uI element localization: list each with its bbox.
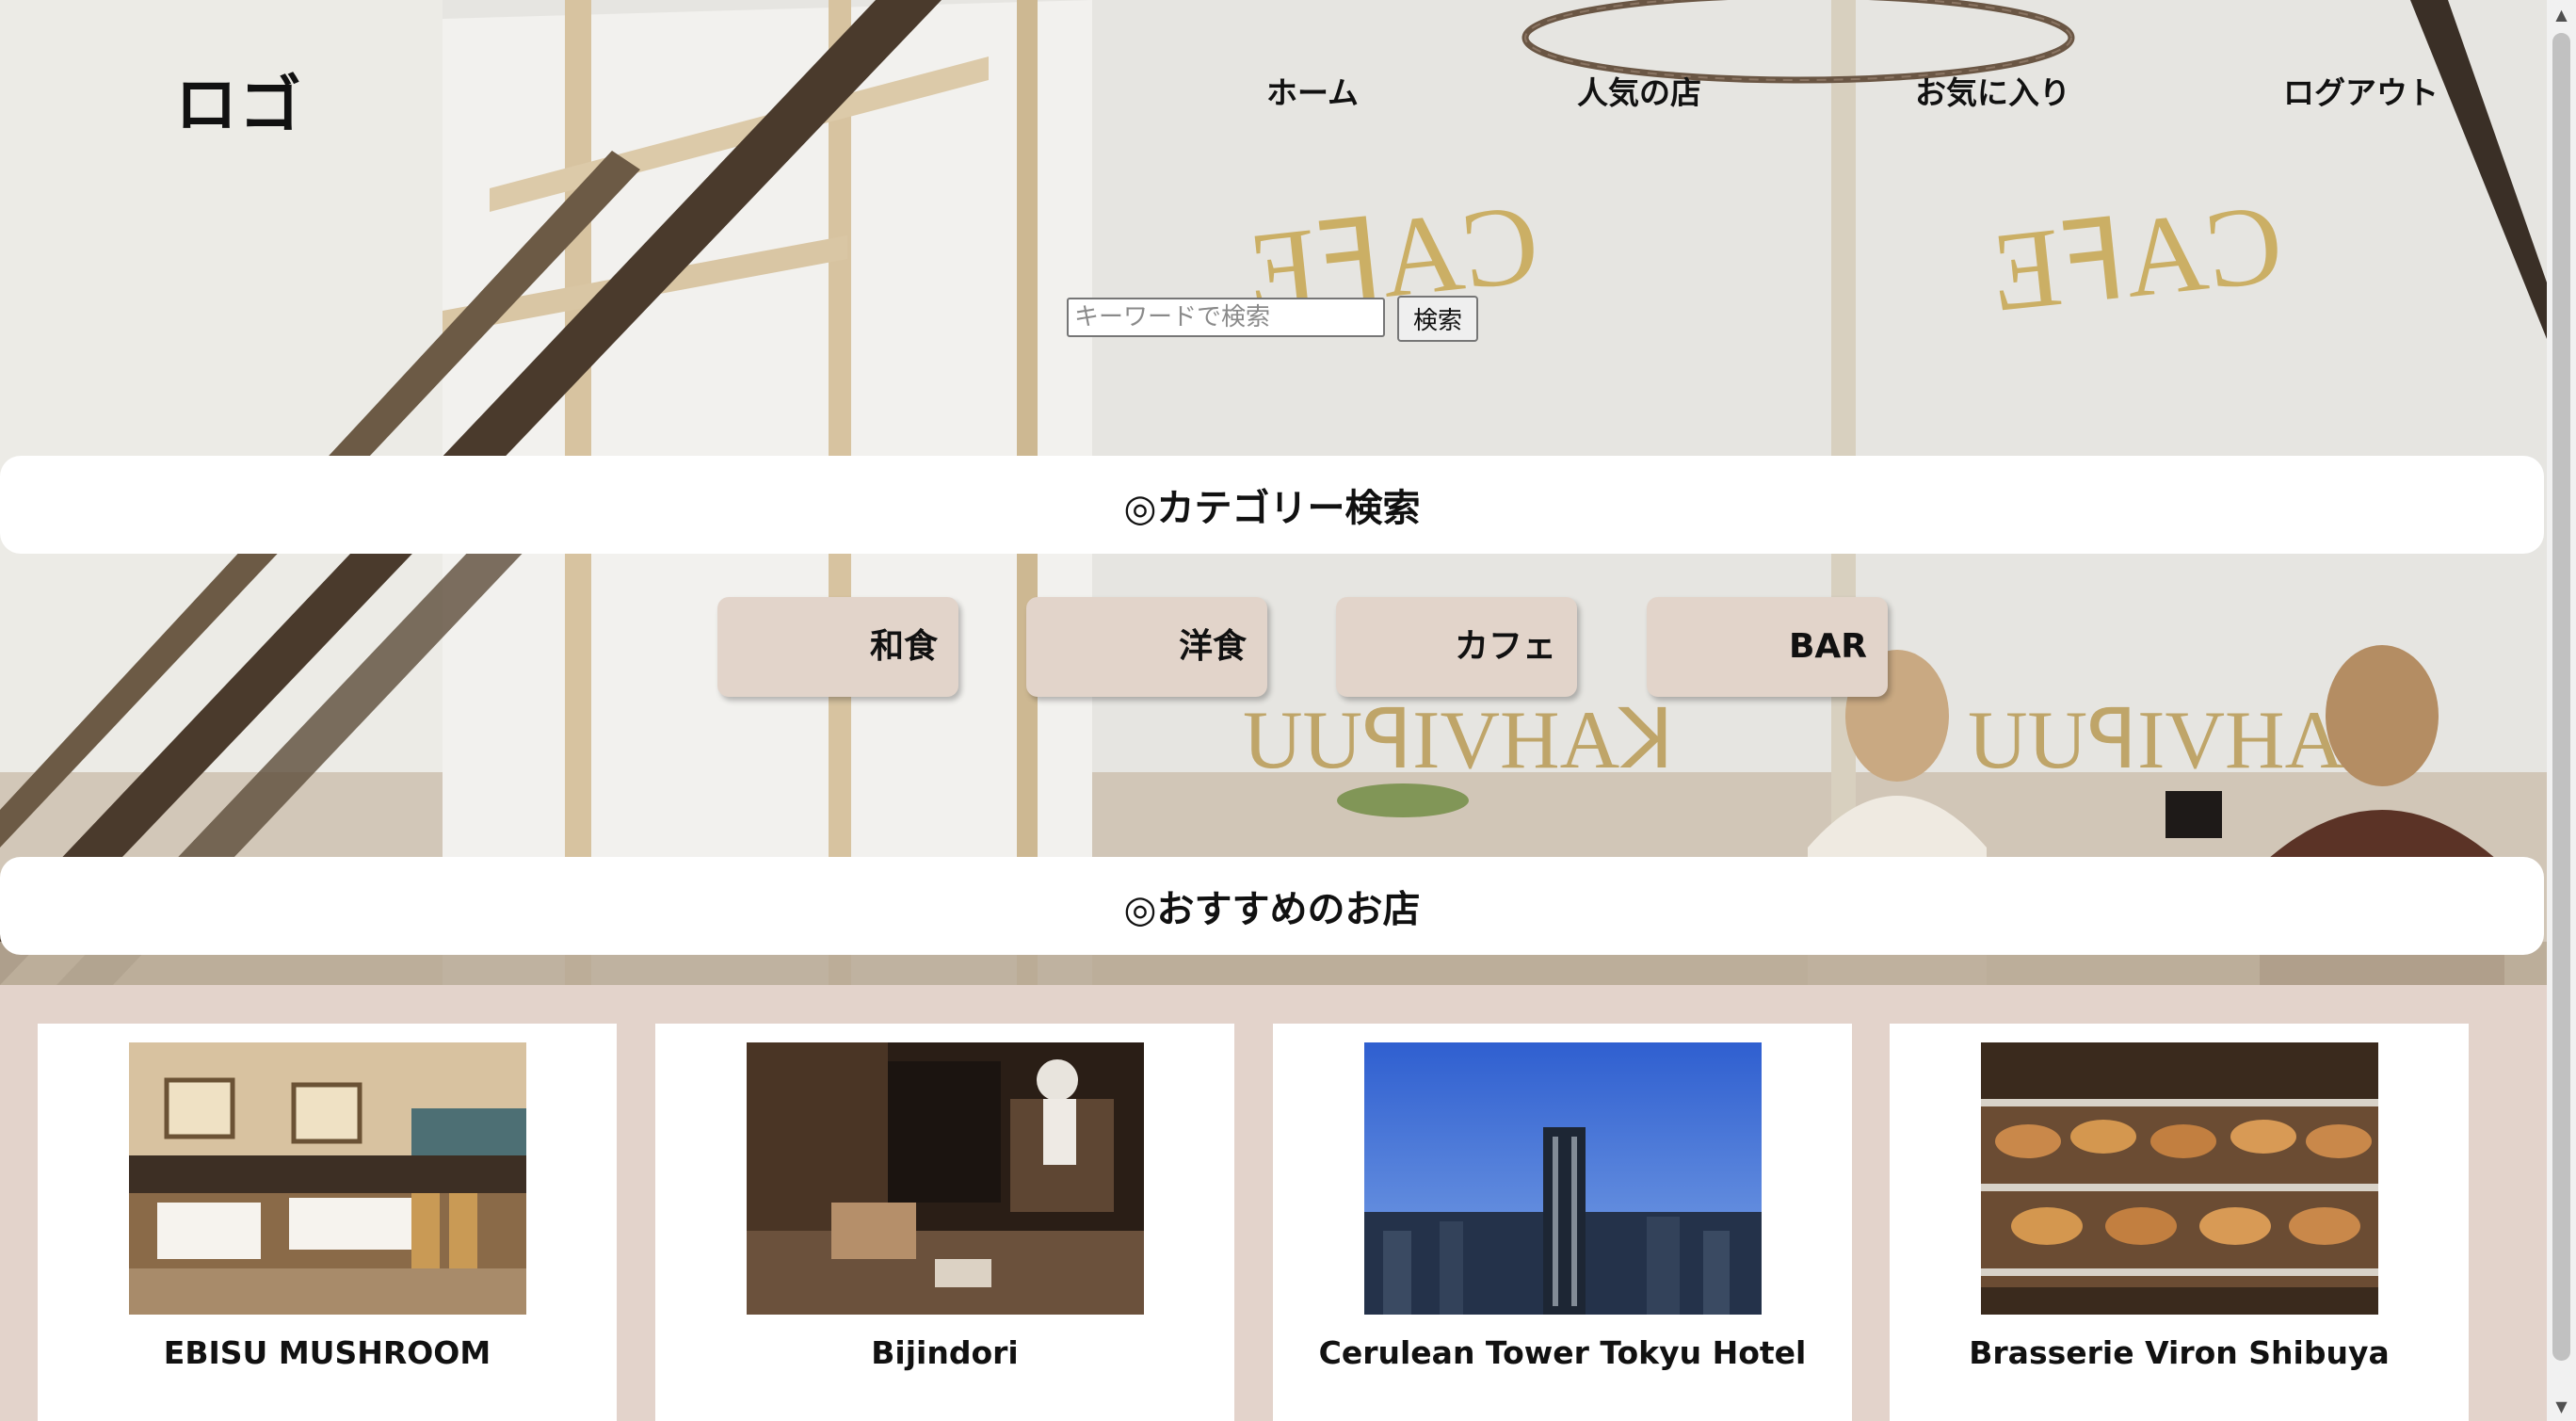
shop-name[interactable]: EBISU MUSHROOM [38, 1334, 617, 1371]
scroll-up-arrow-icon[interactable]: ▲ [2547, 0, 2576, 29]
svg-text:UUꟼIVHAꓘ: UUꟼIVHAꓘ [1243, 695, 1674, 786]
shop-name[interactable]: Cerulean Tower Tokyu Hotel [1273, 1334, 1852, 1371]
bakery-display-image [1981, 1042, 2378, 1315]
vertical-scrollbar[interactable]: ▲ ▼ [2547, 0, 2576, 1421]
shop-card[interactable]: Brasserie Viron Shibuya [1890, 1024, 2469, 1421]
scrollbar-thumb[interactable] [2552, 33, 2570, 1361]
category-button-western[interactable]: 洋食 [1026, 597, 1267, 697]
restaurant-counter-image [747, 1042, 1144, 1315]
shop-card[interactable]: Cerulean Tower Tokyu Hotel [1273, 1024, 1852, 1421]
nav-favorites[interactable]: お気に入り [1915, 68, 2070, 113]
page: ƎꟻAƆ ƎꟻAƆ UUꟼIVHAꓘ UUꟼIVHA ロゴ ホーム 人気の店 お… [0, 0, 2547, 1421]
shop-thumbnail[interactable] [1981, 1042, 2378, 1315]
category-button-cafe[interactable]: カフェ [1336, 597, 1577, 697]
nav-popular-shops[interactable]: 人気の店 [1577, 68, 1701, 113]
nav-logout[interactable]: ログアウト [2283, 68, 2439, 113]
shop-thumbnail[interactable] [129, 1042, 526, 1315]
restaurant-interior-image [129, 1042, 526, 1315]
category-button-japanese[interactable]: 和食 [717, 597, 958, 697]
shop-card[interactable]: EBISU MUSHROOM [38, 1024, 617, 1421]
shop-thumbnail[interactable] [1364, 1042, 1762, 1315]
shop-card[interactable]: Bijindori [655, 1024, 1234, 1421]
category-search-heading: ◎カテゴリー検索 [0, 456, 2544, 554]
search-button[interactable]: 検索 [1397, 296, 1478, 342]
shop-thumbnail[interactable] [747, 1042, 1144, 1315]
tower-hotel-image [1364, 1042, 1762, 1315]
logo[interactable]: ロゴ [175, 55, 303, 145]
category-button-bar[interactable]: BAR [1647, 597, 1888, 697]
svg-text:UUꟼIVHA: UUꟼIVHA [1968, 695, 2344, 786]
recommended-shops-heading: ◎おすすめのお店 [0, 857, 2544, 955]
nav-home[interactable]: ホーム [1266, 68, 1359, 113]
search-input[interactable] [1067, 298, 1385, 337]
shop-name[interactable]: Brasserie Viron Shibuya [1890, 1334, 2469, 1371]
shop-name[interactable]: Bijindori [655, 1334, 1234, 1371]
scroll-down-arrow-icon[interactable]: ▼ [2547, 1392, 2576, 1421]
